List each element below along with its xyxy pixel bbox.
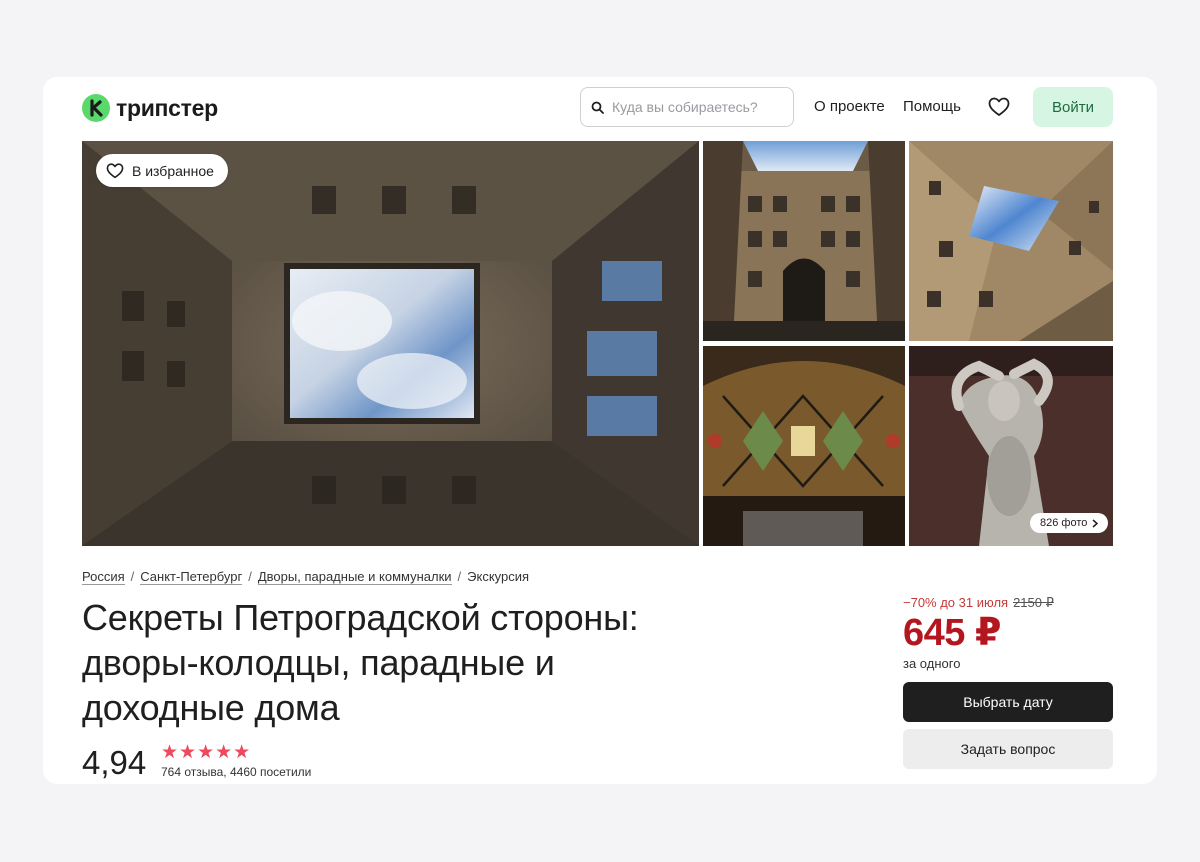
ask-question-button[interactable]: Задать вопрос [903, 729, 1113, 769]
old-price: 2150 ₽ [1013, 595, 1054, 610]
heart-icon [106, 162, 124, 178]
add-to-favorites-button[interactable]: В избранное [96, 154, 228, 187]
all-photos-button[interactable]: 826 фото [1030, 513, 1109, 533]
discount-info: −70% до 31 июля 2150 ₽ [903, 595, 1054, 611]
search-box[interactable] [580, 87, 794, 127]
price-per-person: за одного [903, 656, 961, 671]
logo[interactable]: трипстер [82, 94, 218, 122]
breadcrumb-separator: / [457, 569, 462, 584]
login-button[interactable]: Войти [1033, 87, 1113, 127]
photo-count-label: 826 фото [1040, 517, 1088, 529]
reviews-link[interactable]: 764 отзыва, 4460 посетили [161, 765, 311, 779]
page-title: Секреты Петроградской стороны: дворы-кол… [82, 597, 639, 728]
logo-mark-icon [82, 94, 110, 122]
favorites-label: В избранное [132, 162, 214, 179]
gallery-photo-2[interactable] [909, 141, 1113, 341]
breadcrumb-separator: / [248, 569, 252, 584]
main-photo[interactable] [82, 141, 699, 546]
search-icon [591, 101, 604, 114]
breadcrumb-russia[interactable]: Россия [82, 569, 125, 585]
logo-text: трипстер [116, 94, 218, 121]
gallery-photo-3[interactable] [703, 346, 905, 546]
rating-value: 4,94 [82, 744, 147, 781]
breadcrumb-category[interactable]: Дворы, парадные и коммуналки [257, 569, 452, 585]
search-input[interactable] [612, 99, 782, 115]
chevron-right-icon [1092, 518, 1099, 528]
breadcrumb-current: Экскурсия [467, 569, 530, 584]
discount-text: −70% до 31 июля [903, 595, 1009, 610]
breadcrumb-separator: / [130, 569, 135, 584]
current-price: 645 ₽ [903, 612, 1001, 654]
page-card: трипстер О проекте Помощь Войти [43, 77, 1157, 784]
gallery-photo-1[interactable] [703, 141, 905, 341]
nav-about-link[interactable]: О проекте [814, 98, 885, 115]
nav-help-link[interactable]: Помощь [903, 98, 961, 115]
rating-stars-icon: ★★★★★ [161, 742, 252, 763]
choose-date-button[interactable]: Выбрать дату [903, 682, 1113, 722]
breadcrumb-saint-petersburg[interactable]: Санкт-Петербург [140, 569, 243, 585]
breadcrumb: Россия / Санкт-Петербург / Дворы, парадн… [82, 569, 529, 585]
heart-icon[interactable] [988, 97, 1010, 117]
